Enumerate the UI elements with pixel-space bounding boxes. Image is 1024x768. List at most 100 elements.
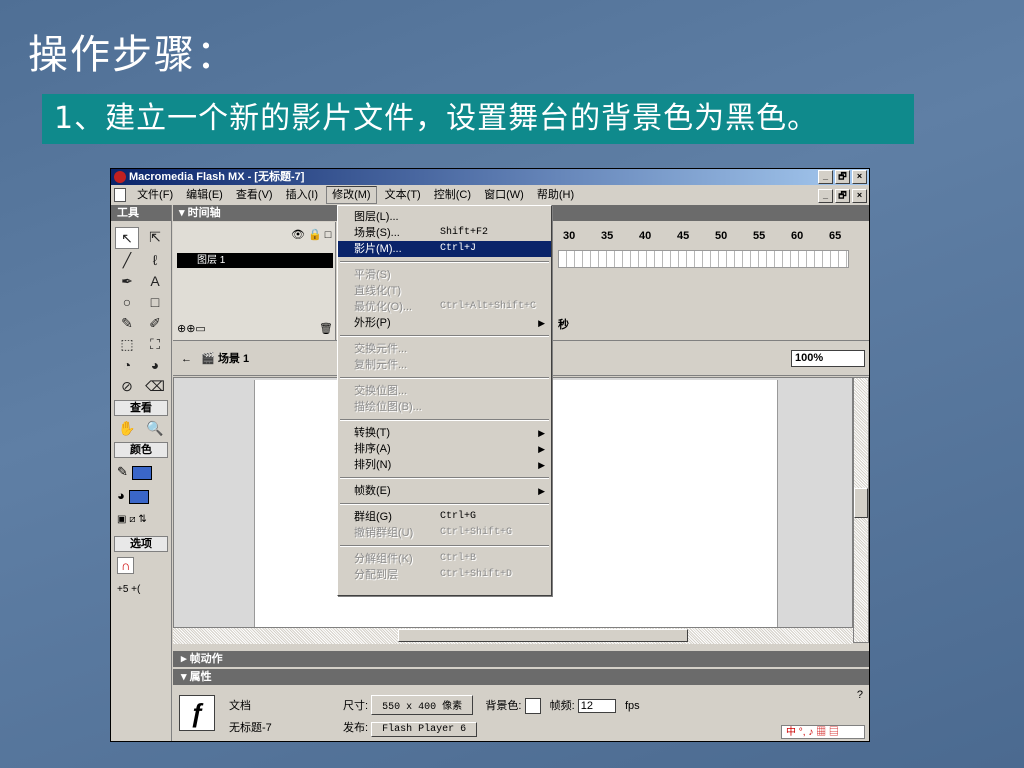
fill-bucket-icon: ◕ (117, 488, 125, 503)
menu-item[interactable]: 影片(M)... Ctrl+J (338, 241, 551, 257)
menu-help[interactable]: 帮助(H) (532, 186, 579, 204)
menu-modify[interactable]: 修改(M) (326, 186, 377, 204)
subselect-tool-icon[interactable]: ⇱ (143, 227, 167, 247)
menu-item: 交换位图... (338, 383, 551, 399)
menu-separator (340, 503, 549, 505)
submenu-arrow-icon: ▶ (538, 428, 545, 438)
window-title: Macromedia Flash MX - [无标题-7] (129, 171, 305, 183)
timeline-seconds-label: 秒 (558, 319, 569, 331)
size-button[interactable]: 550 x 400 像素 (371, 695, 474, 715)
slide-subtitle: 1、建立一个新的影片文件，设置舞台的背景色为黑色。 (42, 94, 914, 144)
menu-view[interactable]: 查看(V) (231, 186, 278, 204)
actions-panel-header[interactable]: ▸ 帧动作 (173, 651, 869, 667)
bg-color-swatch[interactable] (524, 698, 541, 715)
menu-separator (340, 377, 549, 379)
fps-input[interactable]: 12 (577, 699, 616, 713)
menu-item-label: 描绘位图(B)... (354, 401, 422, 413)
menu-item[interactable]: 转换(T) ▶ (338, 425, 551, 441)
paint-bucket-tool-icon[interactable]: ◕ (143, 355, 167, 375)
document-icon (114, 188, 126, 203)
menu-item-shortcut: Ctrl+B (440, 553, 477, 564)
arrow-tool-icon[interactable]: ↖ (115, 227, 139, 249)
fill-transform-tool-icon[interactable]: ⛶ (143, 334, 167, 354)
menu-item-shortcut: Ctrl+Shift+G (440, 527, 513, 538)
menu-item-label: 复制元件... (354, 359, 408, 371)
free-transform-tool-icon[interactable]: ⬚ (115, 334, 139, 354)
hand-tool-icon[interactable]: ✋ (115, 418, 139, 438)
publish-button[interactable]: Flash Player 6 (371, 722, 478, 737)
pen-tool-icon[interactable]: ✒ (115, 271, 139, 291)
lasso-tool-icon[interactable]: ℓ (143, 250, 167, 270)
menu-item[interactable]: 场景(S)... Shift+F2 (338, 225, 551, 241)
menu-item: 撤销群组(U) Ctrl+Shift+G (338, 525, 551, 541)
menu-item-shortcut: Ctrl+Alt+Shift+C (440, 301, 537, 312)
layer-row[interactable]: 图层 1 (177, 253, 333, 268)
menubar: 文件(F) 编辑(E) 查看(V) 插入(I) 修改(M) 文本(T) 控制(C… (111, 186, 869, 204)
stroke-color-row[interactable]: ✎ (111, 460, 171, 484)
menu-item-label: 交换位图... (354, 385, 408, 397)
zoom-select[interactable]: 100% (791, 350, 865, 367)
pencil-tool-icon[interactable]: ✎ (115, 313, 139, 333)
vertical-scrollbar[interactable] (853, 377, 869, 643)
layer-visibility-icons[interactable]: 👁 🔒 □ (291, 228, 331, 241)
menu-control[interactable]: 控制(C) (429, 186, 476, 204)
scene-name[interactable]: 场景 1 (218, 353, 249, 365)
toolbox-panel: 工具 ↖ ⇱ ╱ ℓ ✒ A ○ □ ✎ ✐ ⬚ ⛶ ◔ ◕ ⊘ ⌫ 查看 ✋ … (111, 205, 172, 741)
menu-file[interactable]: 文件(F) (132, 186, 178, 204)
menu-item[interactable]: 排序(A) ▶ (338, 441, 551, 457)
menu-insert[interactable]: 插入(I) (281, 186, 323, 204)
menu-item[interactable]: 群组(G) Ctrl+G (338, 509, 551, 525)
window-titlebar[interactable]: Macromedia Flash MX - [无标题-7] _ 🗗 × (111, 169, 869, 185)
menu-item[interactable]: 图层(L)... (338, 209, 551, 225)
submenu-arrow-icon: ▶ (538, 460, 545, 470)
properties-panel-header[interactable]: ▾ 属性 (173, 669, 869, 685)
ink-bottle-tool-icon[interactable]: ◔ (115, 355, 139, 375)
snap-magnet-icon[interactable]: ∩ (111, 554, 171, 578)
menu-item[interactable]: 排列(N) ▶ (338, 457, 551, 473)
stroke-color-swatch[interactable] (131, 465, 152, 480)
menu-item-shortcut: Ctrl+J (440, 243, 477, 254)
doc-minimize-button[interactable]: _ (818, 189, 833, 203)
vertical-scroll-thumb[interactable] (854, 488, 868, 518)
flash-document-icon: ƒ (179, 695, 215, 731)
menu-text[interactable]: 文本(T) (380, 186, 426, 204)
fill-color-row[interactable]: ◕ (111, 484, 171, 508)
doc-restore-button[interactable]: 🗗 (835, 189, 850, 203)
horizontal-scroll-thumb[interactable] (398, 629, 688, 642)
fps-label: 帧频: (549, 700, 575, 712)
trash-icon[interactable]: 🗑 (319, 322, 333, 335)
color-options-row[interactable]: ▣ ⧄ ⇅ (111, 508, 171, 532)
brush-tool-icon[interactable]: ✐ (143, 313, 167, 333)
menu-item-label: 图层(L)... (354, 211, 399, 223)
ime-toolbar[interactable]: 中 °, ♪ ▦ ▤ (781, 725, 865, 739)
menu-item-label: 分解组件(K) (354, 553, 413, 565)
smooth-straighten-icons[interactable]: +5 +( (111, 578, 171, 602)
eraser-tool-icon[interactable]: ⌫ (143, 376, 167, 396)
menu-item[interactable]: 帧数(E) ▶ (338, 483, 551, 499)
help-icon[interactable]: ? (857, 689, 863, 701)
text-tool-icon[interactable]: A (143, 271, 167, 291)
menu-item[interactable]: 外形(P) ▶ (338, 315, 551, 331)
tool-grid: ↖ ⇱ ╱ ℓ ✒ A ○ □ ✎ ✐ ⬚ ⛶ ◔ ◕ ⊘ ⌫ (111, 221, 171, 396)
oval-tool-icon[interactable]: ○ (115, 292, 139, 312)
line-tool-icon[interactable]: ╱ (115, 250, 139, 270)
zoom-tool-icon[interactable]: 🔍 (143, 418, 167, 438)
swap-colors-icon[interactable]: ▣ ⧄ ⇅ (117, 514, 147, 525)
toolbox-title: 工具 (111, 205, 171, 221)
doc-close-button[interactable]: × (852, 189, 867, 203)
menu-item-label: 转换(T) (354, 427, 391, 439)
size-label: 尺寸: (343, 700, 369, 712)
rectangle-tool-icon[interactable]: □ (143, 292, 167, 312)
menu-window[interactable]: 窗口(W) (479, 186, 529, 204)
eyedropper-tool-icon[interactable]: ⊘ (115, 376, 139, 396)
menu-edit[interactable]: 编辑(E) (181, 186, 228, 204)
minimize-button[interactable]: _ (818, 170, 833, 184)
frame-strip[interactable] (558, 250, 849, 268)
close-button[interactable]: × (852, 170, 867, 184)
restore-button[interactable]: 🗗 (835, 170, 850, 184)
timeline-ruler: 30 35 40 45 50 55 60 65 (558, 230, 849, 246)
back-arrow-icon[interactable]: ← (181, 353, 192, 365)
add-layer-icons[interactable]: ⊕⊕▭ (177, 322, 206, 335)
horizontal-scrollbar[interactable] (173, 627, 853, 644)
fill-color-swatch[interactable] (128, 489, 149, 504)
